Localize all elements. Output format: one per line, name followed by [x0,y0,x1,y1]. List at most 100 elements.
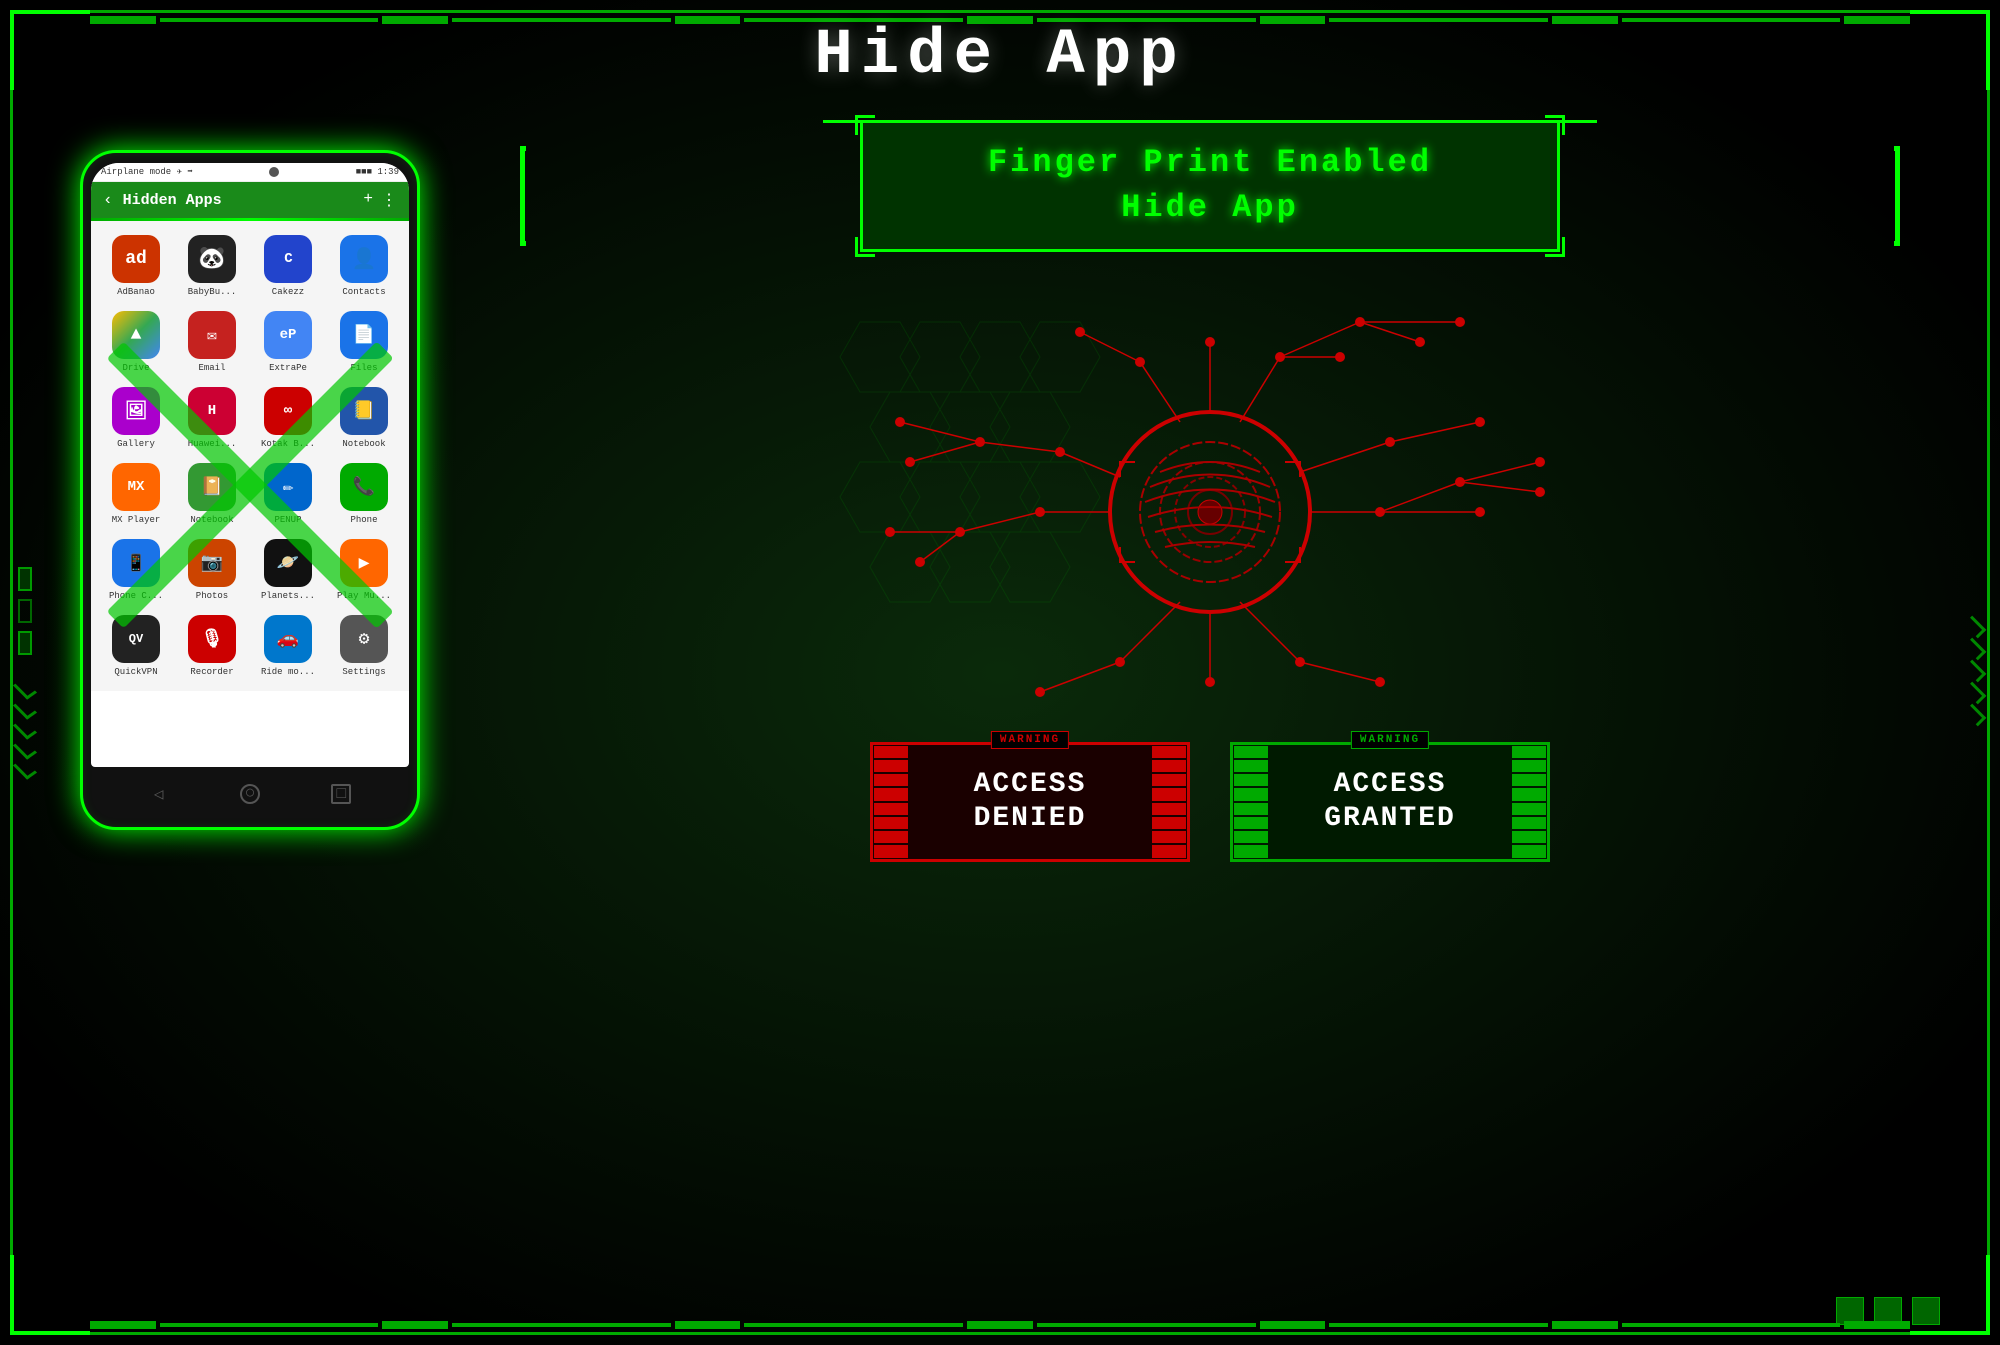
chevron-icon [13,758,37,779]
app-label: Recorder [190,667,233,677]
app-label: Photos [196,591,228,601]
badge-stripe-left [871,745,911,859]
app-label: MX Player [112,515,161,525]
bottom-bar-seg [1844,1321,1910,1329]
app-icon: 👤 [340,235,388,283]
app-label: Notebook [190,515,233,525]
title-corner [855,115,875,135]
app-icon: 🪐 [264,539,312,587]
app-icon: 📄 [340,311,388,359]
app-label: Ride mo... [261,667,315,677]
fingerprint-title-box: Finger Print Enabled Hide App [860,120,1560,252]
list-item[interactable]: 📱 Phone C... [99,533,173,607]
app-label: BabyBu... [188,287,237,297]
app-label: Huawei... [188,439,237,449]
app-icon: 📷 [188,539,236,587]
stripe [1234,845,1268,857]
chevron-icon [13,678,37,699]
list-item[interactable]: 🐼 BabyBu... [175,229,249,303]
stripe [874,746,908,758]
list-item[interactable]: ∞ Kotak B... [251,381,325,455]
badge-stripe-right [1509,745,1549,859]
back-icon[interactable]: ‹ [103,191,113,209]
bottom-bar-seg [1037,1323,1256,1327]
recents-nav-icon[interactable]: □ [331,784,351,804]
app-label: Kotak B... [261,439,315,449]
granted-line1: ACCESS [1324,768,1456,802]
badge-stripe-left [1231,745,1271,859]
phone-mockup: Airplane mode ✈ ➡ ■■■ 1:39 ‹ Hidden Apps… [60,110,440,1290]
app-label: Gallery [117,439,155,449]
chevron-group [15,683,35,779]
list-item[interactable]: H Huawei... [175,381,249,455]
back-nav-icon[interactable]: ◁ [149,784,169,804]
list-item[interactable]: 🚗 Ride mo... [251,609,325,683]
list-item[interactable]: ⚙ Settings [327,609,401,683]
app-label: AdBanao [117,287,155,297]
list-item[interactable]: 📒 Notebook [327,381,401,455]
status-bar: Airplane mode ✈ ➡ ■■■ 1:39 [91,163,409,182]
home-nav-icon[interactable]: ○ [240,784,260,804]
status-dot [269,167,279,177]
app-label: Phone [350,515,377,525]
right-panel: Finger Print Enabled Hide App [480,110,1940,1295]
app-label: Phone C... [109,591,163,601]
add-icon[interactable]: + [363,190,373,210]
chevron-right-icon [1964,681,1987,704]
stripe [1234,831,1268,843]
stripe [1512,760,1546,772]
bottom-bar-seg [160,1323,379,1327]
list-item[interactable]: ✉ Email [175,305,249,379]
list-item[interactable]: C Cakezz [251,229,325,303]
list-item[interactable]: 📞 Phone [327,457,401,531]
chevron-icon [13,738,37,759]
bottom-bar-seg [1552,1321,1618,1329]
network-svg [860,302,1560,722]
stripe [1152,831,1186,843]
app-icon: ad [112,235,160,283]
title-corner [1545,237,1565,257]
list-item[interactable]: QV QuickVPN [99,609,173,683]
bottom-bar [90,1315,1910,1335]
app-bar-title: Hidden Apps [123,192,354,209]
list-item[interactable]: eP ExtraPe [251,305,325,379]
app-icon: ✉ [188,311,236,359]
app-grid: ad AdBanao 🐼 BabyBu... C Cakezz 👤 Contac… [91,221,409,691]
bottom-bar-seg [967,1321,1033,1329]
bottom-bar-seg [452,1323,671,1327]
list-item[interactable]: ✏ PENUP [251,457,325,531]
list-item[interactable]: 📄 Files [327,305,401,379]
access-denied-badge: WARNING ACCESS DENIED [870,742,1190,862]
stripe [1152,803,1186,815]
title-corner [855,237,875,257]
title-corner [1545,115,1565,135]
granted-text: ACCESS GRANTED [1324,768,1456,835]
app-icon: ∞ [264,387,312,435]
page-title: Hide App [0,20,2000,92]
list-item[interactable]: ad AdBanao [99,229,173,303]
phone-outer: Airplane mode ✈ ➡ ■■■ 1:39 ‹ Hidden Apps… [80,150,420,830]
list-item[interactable]: 📷 Photos [175,533,249,607]
denied-line2: DENIED [974,802,1087,836]
list-item[interactable]: 🪐 Planets... [251,533,325,607]
list-item[interactable]: 🎙 Recorder [175,609,249,683]
list-item[interactable]: MX MX Player [99,457,173,531]
chevron-right-icon [1964,659,1987,682]
menu-icon[interactable]: ⋮ [381,190,397,210]
list-item[interactable]: 📔 Notebook [175,457,249,531]
fingerprint-visual [860,302,1560,722]
app-icon: ▲ [112,311,160,359]
dot-3 [1912,1297,1940,1325]
list-item[interactable]: ▶ Play Mu... [327,533,401,607]
list-item[interactable]: ▲ Drive [99,305,173,379]
deco-rect [18,599,32,623]
bottom-bar-seg [1329,1323,1548,1327]
stripe [874,817,908,829]
list-item[interactable]: 👤 Contacts [327,229,401,303]
status-badges: WARNING ACCESS DENIED [480,742,1940,862]
list-item[interactable]: 🖼 Gallery [99,381,173,455]
stripe [1234,803,1268,815]
stripe [1234,760,1268,772]
deco-rect [18,567,32,591]
app-label: Drive [122,363,149,373]
